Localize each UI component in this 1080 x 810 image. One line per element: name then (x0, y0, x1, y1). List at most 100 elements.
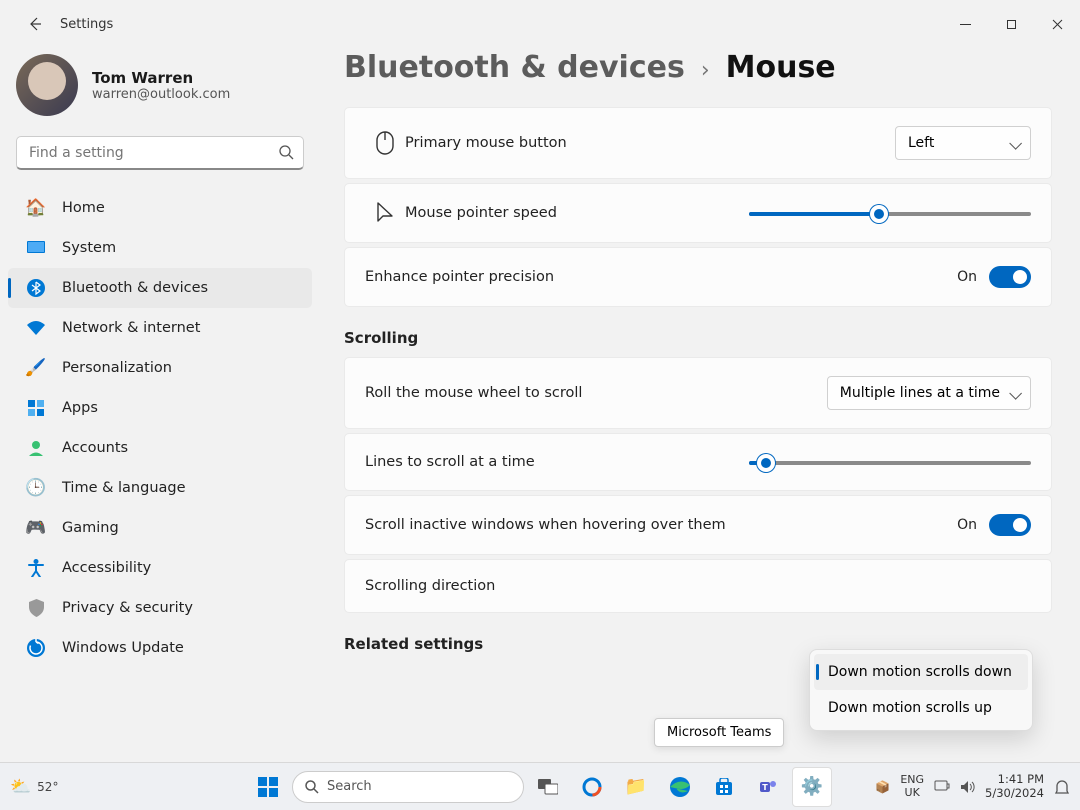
taskbar-center: Search 📁 T ⚙️ (248, 767, 832, 807)
minimize-button[interactable] (942, 8, 988, 40)
taskbar: ⛅ 52° Search 📁 T ⚙️ 📦 ENG UK 1:41 PM 5/3… (0, 762, 1080, 810)
setting-label: Scrolling direction (365, 578, 495, 594)
search-icon (305, 780, 319, 794)
nav-label: System (62, 240, 116, 256)
maximize-button[interactable] (988, 8, 1034, 40)
breadcrumb: Bluetooth & devices › Mouse (344, 50, 1052, 85)
start-button[interactable] (248, 767, 288, 807)
maximize-icon (1006, 19, 1017, 30)
sidebar-item-system[interactable]: System (8, 228, 312, 268)
tray-network-icon[interactable] (934, 780, 950, 794)
sidebar-item-bluetooth-devices[interactable]: Bluetooth & devices (8, 268, 312, 308)
copilot-button[interactable] (572, 767, 612, 807)
search-input[interactable] (16, 136, 304, 170)
language-indicator[interactable]: ENG UK (900, 774, 924, 799)
sidebar-item-personalization[interactable]: 🖌️Personalization (8, 348, 312, 388)
clock[interactable]: 1:41 PM 5/30/2024 (985, 773, 1044, 799)
weather-widget[interactable]: ⛅ 52° (10, 777, 58, 797)
setting-label: Mouse pointer speed (405, 205, 557, 221)
roll-wheel-dropdown[interactable]: Multiple lines at a time (827, 376, 1031, 410)
pointer-speed-row: Mouse pointer speed (344, 183, 1052, 243)
svg-text:T: T (762, 783, 768, 792)
nav-label: Network & internet (62, 320, 200, 336)
gamepad-icon: 🎮 (26, 518, 46, 538)
taskbar-search[interactable]: Search (292, 771, 524, 803)
page-title: Mouse (726, 50, 836, 85)
weather-icon: ⛅ (10, 777, 31, 797)
sidebar-item-apps[interactable]: Apps (8, 388, 312, 428)
toggle-state-label: On (957, 517, 977, 533)
chevron-right-icon: › (701, 58, 710, 83)
scroll-inactive-toggle[interactable] (989, 514, 1031, 536)
clock-globe-icon: 🕒 (26, 478, 46, 498)
sidebar-item-accounts[interactable]: Accounts (8, 428, 312, 468)
nav-label: Bluetooth & devices (62, 280, 208, 296)
user-name: Tom Warren (92, 69, 230, 87)
slider-track (749, 461, 1031, 465)
roll-wheel-row: Roll the mouse wheel to scroll Multiple … (344, 357, 1052, 429)
nav-label: Personalization (62, 360, 172, 376)
system-icon (26, 238, 46, 258)
close-button[interactable] (1034, 8, 1080, 40)
sidebar-item-time-language[interactable]: 🕒 Time & language (8, 468, 312, 508)
store-button[interactable] (704, 767, 744, 807)
scrolling-direction-menu: Down motion scrolls down Down motion scr… (809, 649, 1033, 731)
close-icon (1052, 19, 1063, 30)
file-explorer-button[interactable]: 📁 (616, 767, 656, 807)
sidebar-item-privacy-security[interactable]: Privacy & security (8, 588, 312, 628)
back-button[interactable] (18, 7, 52, 41)
teams-button[interactable]: T (748, 767, 788, 807)
avatar (16, 54, 78, 116)
lines-to-scroll-slider[interactable] (749, 452, 1031, 472)
shield-icon (26, 598, 46, 618)
taskbar-tooltip: Microsoft Teams (654, 718, 784, 747)
sidebar-item-home[interactable]: 🏠Home (8, 188, 312, 228)
taskbar-right: 📦 ENG UK 1:41 PM 5/30/2024 (875, 773, 1070, 799)
primary-button-dropdown[interactable]: Left (895, 126, 1031, 160)
slider-thumb[interactable] (870, 205, 888, 223)
enhance-precision-toggle[interactable] (989, 266, 1031, 288)
apps-icon (26, 398, 46, 418)
setting-label: Roll the mouse wheel to scroll (365, 385, 582, 401)
nav-label: Apps (62, 400, 98, 416)
scroll-direction-option-down[interactable]: Down motion scrolls down (814, 654, 1028, 690)
nav-label: Home (62, 200, 105, 216)
sidebar-item-network-internet[interactable]: Network & internet (8, 308, 312, 348)
task-view-button[interactable] (528, 767, 568, 807)
tray-volume-icon[interactable] (960, 780, 975, 794)
pointer-speed-slider[interactable] (749, 203, 1031, 223)
scrolling-direction-row: Scrolling direction (344, 559, 1052, 613)
user-email: warren@outlook.com (92, 87, 230, 102)
sidebar-item-windows-update[interactable]: Windows Update (8, 628, 312, 668)
slider-thumb[interactable] (757, 454, 775, 472)
nav-label: Accounts (62, 440, 128, 456)
person-icon (26, 438, 46, 458)
primary-mouse-button-row: Primary mouse button Left (344, 107, 1052, 179)
scroll-direction-option-up[interactable]: Down motion scrolls up (814, 690, 1028, 726)
setting-label: Lines to scroll at a time (365, 454, 535, 470)
scrolling-section-header: Scrolling (344, 329, 1052, 347)
edge-button[interactable] (660, 767, 700, 807)
sidebar: Tom Warren warren@outlook.com 🏠Home Syst… (0, 48, 320, 762)
breadcrumb-parent[interactable]: Bluetooth & devices (344, 50, 685, 85)
lines-to-scroll-row: Lines to scroll at a time (344, 433, 1052, 491)
cursor-icon (365, 202, 405, 224)
tray-devbox-icon[interactable]: 📦 (875, 780, 890, 794)
scroll-inactive-row: Scroll inactive windows when hovering ov… (344, 495, 1052, 555)
nav-label: Time & language (62, 480, 186, 496)
minimize-icon (960, 19, 971, 30)
nav-label: Privacy & security (62, 600, 193, 616)
user-profile[interactable]: Tom Warren warren@outlook.com (8, 48, 312, 132)
nav-list: 🏠Home System Bluetooth & devices Network… (8, 188, 312, 668)
sidebar-item-gaming[interactable]: 🎮Gaming (8, 508, 312, 548)
search-box (16, 136, 304, 170)
arrow-left-icon (27, 16, 43, 32)
sidebar-item-accessibility[interactable]: Accessibility (8, 548, 312, 588)
setting-label: Scroll inactive windows when hovering ov… (365, 517, 726, 533)
slider-fill (749, 212, 879, 216)
nav-label: Windows Update (62, 640, 184, 656)
nav-label: Accessibility (62, 560, 151, 576)
notifications-icon[interactable] (1054, 779, 1070, 795)
toggle-state-label: On (957, 269, 977, 285)
settings-button[interactable]: ⚙️ (792, 767, 832, 807)
